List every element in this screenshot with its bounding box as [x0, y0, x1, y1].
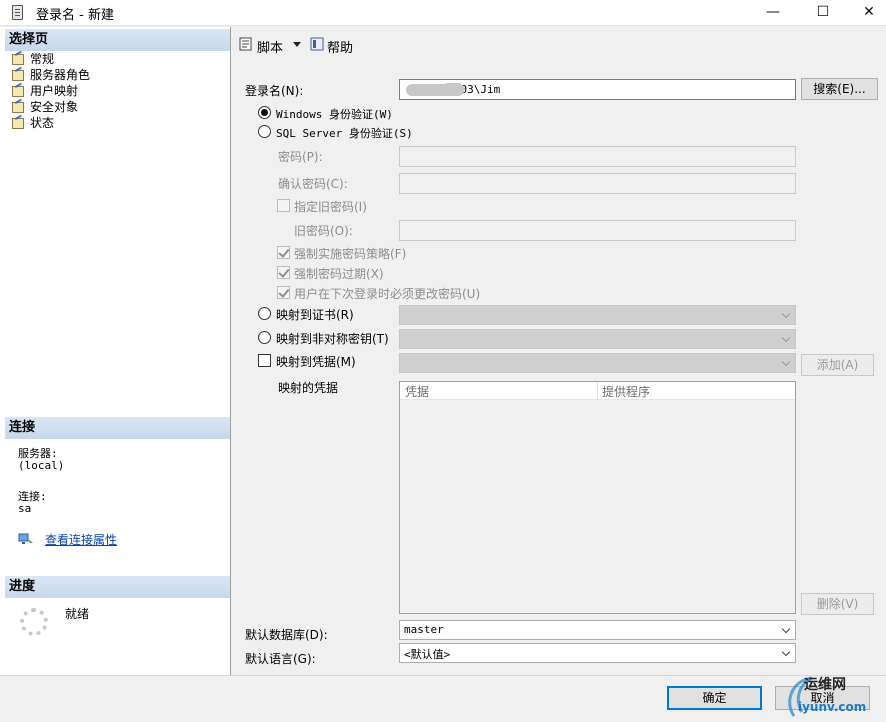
page-item-server-roles[interactable]: 服务器角色 [11, 67, 90, 83]
windows-auth-radio[interactable] [258, 106, 271, 119]
chevron-down-icon [781, 333, 791, 343]
map-certificate-label: 映射到证书(R) [276, 308, 354, 322]
old-password-label: 旧密码(O): [294, 224, 353, 238]
remove-credential-button[interactable]: 删除(V) [801, 593, 874, 615]
confirm-password-input[interactable] [399, 173, 796, 194]
redaction-blur [442, 83, 464, 96]
mapped-credentials-label: 映射的凭据 [278, 381, 339, 395]
sql-auth-radio[interactable] [258, 125, 271, 138]
enforce-expiration-label: 强制密码过期(X) [294, 267, 384, 281]
grid-header: 凭据 提供程序 [400, 382, 795, 400]
chevron-down-icon [781, 357, 791, 367]
page-wrench-icon [11, 69, 25, 81]
default-language-value: <默认值> [404, 648, 451, 661]
column-header-credential[interactable]: 凭据 [405, 383, 429, 400]
specify-old-password-label: 指定旧密码(I) [294, 200, 367, 214]
default-database-label: 默认数据库(D): [245, 628, 328, 642]
credential-select[interactable] [399, 353, 796, 373]
default-database-value: master [404, 623, 444, 636]
chevron-down-icon [781, 624, 791, 634]
certificate-select[interactable] [399, 305, 796, 325]
page-item-general[interactable]: 常规 [11, 51, 55, 67]
default-language-select[interactable]: <默认值> [399, 643, 796, 663]
select-page-header: 选择页 [5, 29, 230, 51]
chevron-down-icon [781, 309, 791, 319]
app-icon [12, 5, 23, 20]
script-dropdown-icon[interactable] [293, 42, 301, 47]
page-item-label: 安全对象 [30, 100, 79, 114]
map-credential-checkbox[interactable] [258, 354, 271, 367]
windows-auth-label: Windows 身份验证(W) [276, 108, 393, 121]
confirm-password-label: 确认密码(C): [278, 177, 348, 191]
search-button[interactable]: 搜索(E)... [801, 78, 878, 100]
progress-spinner-icon [20, 608, 48, 636]
help-button[interactable]: 帮助 [327, 37, 353, 56]
page-item-label: 状态 [30, 116, 55, 130]
script-button[interactable]: 脚本 [257, 37, 283, 56]
help-icon [309, 36, 325, 52]
old-password-input[interactable] [399, 220, 796, 241]
password-input[interactable] [399, 146, 796, 167]
watermark-logo: 运维网 iyunv.com [780, 672, 866, 719]
map-asym-key-radio[interactable] [258, 331, 271, 344]
left-pane: 选择页 常规 服务器角色 用户映射 安全对象 状态 连接 服务器: (local… [0, 27, 231, 675]
enforce-policy-checkbox[interactable] [277, 246, 290, 259]
map-credential-label: 映射到凭据(M) [276, 355, 356, 369]
map-asym-key-label: 映射到非对称密钥(T) [276, 332, 389, 346]
watermark-url: iyunv.com [798, 700, 867, 714]
must-change-label: 用户在下次登录时必须更改密码(U) [294, 287, 481, 301]
title-bar: 登录名 - 新建 — ☐ ✕ [0, 0, 886, 26]
maximize-button[interactable]: ☐ [800, 0, 846, 26]
page-wrench-icon [11, 53, 25, 65]
asym-key-select[interactable] [399, 329, 796, 349]
server-value: (local) [18, 459, 65, 472]
connection-header: 连接 [5, 417, 230, 439]
minimize-button[interactable]: — [750, 0, 796, 26]
close-button[interactable]: ✕ [846, 0, 886, 26]
page-item-label: 用户映射 [30, 84, 79, 98]
view-connection-properties-link[interactable]: 查看连接属性 [45, 531, 117, 548]
page-wrench-icon [11, 101, 25, 113]
page-wrench-icon [11, 117, 25, 129]
progress-header: 进度 [5, 576, 230, 598]
must-change-checkbox[interactable] [277, 286, 290, 299]
sql-auth-label: SQL Server 身份验证(S) [276, 127, 413, 140]
map-certificate-radio[interactable] [258, 307, 271, 320]
add-credential-button[interactable]: 添加(A) [801, 354, 874, 376]
page-item-label: 服务器角色 [30, 68, 91, 82]
password-label: 密码(P): [278, 150, 323, 164]
column-header-provider[interactable]: 提供程序 [602, 383, 650, 400]
window-title: 登录名 - 新建 [36, 8, 114, 23]
watermark-name: 运维网 [804, 677, 846, 693]
progress-status: 就绪 [65, 607, 90, 621]
specify-old-password-checkbox[interactable] [277, 199, 290, 212]
page-item-status[interactable]: 状态 [11, 115, 54, 131]
login-name-input[interactable]: T -003\Jim [399, 79, 796, 100]
chevron-down-icon [781, 647, 791, 657]
script-icon [238, 36, 254, 52]
page-item-label: 常规 [30, 52, 55, 66]
page-item-user-mapping[interactable]: 用户映射 [11, 83, 78, 99]
default-language-label: 默认语言(G): [245, 652, 316, 666]
connection-properties-icon [18, 532, 34, 546]
enforce-expiration-checkbox[interactable] [277, 266, 290, 279]
connection-value: sa [18, 502, 32, 515]
toolbar: 脚本 帮助 [232, 27, 886, 63]
page-item-securables[interactable]: 安全对象 [11, 99, 78, 115]
default-database-select[interactable]: master [399, 620, 796, 640]
enforce-policy-label: 强制实施密码策略(F) [294, 247, 407, 261]
ok-button[interactable]: 确定 [667, 686, 762, 710]
credentials-grid[interactable]: 凭据 提供程序 [399, 381, 796, 614]
login-name-label: 登录名(N): [245, 84, 304, 98]
column-divider[interactable] [597, 382, 598, 400]
page-wrench-icon [11, 85, 25, 97]
